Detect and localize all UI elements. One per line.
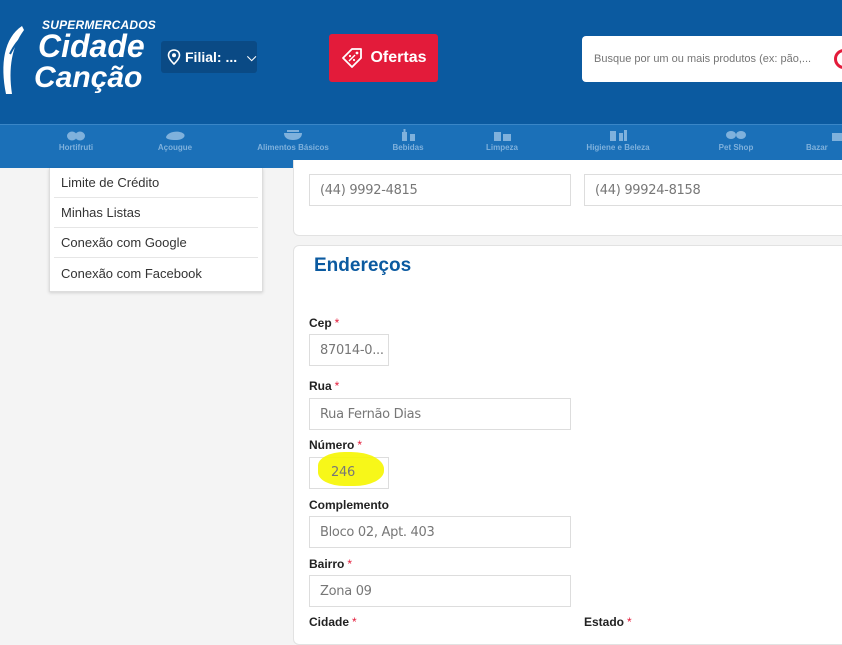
phone-field-1[interactable]: (44) 9992-4815 xyxy=(309,174,571,206)
cep-label: Cep * xyxy=(309,316,340,330)
tag-percent-icon xyxy=(342,48,363,68)
filial-selector[interactable]: Filial: ... ⌵ xyxy=(161,41,257,73)
search-icon[interactable] xyxy=(834,49,842,69)
category-bebidas[interactable]: Bebidas xyxy=(380,129,436,152)
category-acougue[interactable]: Açougue xyxy=(147,129,203,152)
cidade-label: Cidade * xyxy=(309,615,357,629)
logo[interactable]: SUPERMERCADOS Cidade Canção xyxy=(0,16,156,100)
logo-line-2: Cidade xyxy=(38,28,145,64)
sidebar-item-limite-credito[interactable]: Limite de Crédito xyxy=(54,168,258,198)
chevron-down-icon: ⌵ xyxy=(247,49,257,64)
bowl-icon xyxy=(284,130,302,140)
complemento-field[interactable]: Bloco 02, Apt. 403 xyxy=(309,516,571,548)
bazar-icon xyxy=(832,133,842,141)
fruit-icon xyxy=(67,131,85,141)
cep-field[interactable]: 87014-0... xyxy=(309,334,389,366)
sidebar-item-conexao-facebook[interactable]: Conexão com Facebook xyxy=(54,258,258,288)
rua-label: Rua * xyxy=(309,379,340,393)
sidebar-item-minhas-listas[interactable]: Minhas Listas xyxy=(54,198,258,228)
category-bazar[interactable]: Bazar xyxy=(806,129,842,152)
category-hortifruti[interactable]: Hortifruti xyxy=(48,129,104,152)
complemento-label: Complemento xyxy=(309,498,390,512)
logo-line-3: Canção xyxy=(34,61,143,94)
search-input[interactable] xyxy=(594,53,842,65)
numero-label: Número * xyxy=(309,438,363,452)
search-box xyxy=(582,36,842,82)
category-pet-shop[interactable]: Pet Shop xyxy=(706,129,766,152)
meat-icon xyxy=(166,131,185,140)
category-limpeza[interactable]: Limpeza xyxy=(474,129,530,152)
ofertas-label: Ofertas xyxy=(370,49,427,66)
bairro-field[interactable]: Zona 09 xyxy=(309,575,571,607)
bairro-label: Bairro * xyxy=(309,557,353,571)
category-alimentos-basicos[interactable]: Alimentos Básicos xyxy=(255,129,331,152)
estado-label: Estado * xyxy=(584,615,632,629)
site-header: SUPERMERCADOS Cidade Canção Filial: ... … xyxy=(0,0,842,124)
ofertas-button[interactable]: Ofertas xyxy=(329,34,438,82)
numero-value: 246 xyxy=(331,465,355,480)
filial-label: Filial: ... xyxy=(185,49,238,65)
rua-field[interactable]: Rua Fernão Dias xyxy=(309,398,571,430)
section-title-enderecos: Endereços xyxy=(314,255,412,276)
hygiene-icon xyxy=(610,130,627,141)
account-side-menu: Limite de Crédito Minhas Listas Conexão … xyxy=(49,168,263,292)
phone-field-2[interactable]: (44) 99924-8158 xyxy=(584,174,842,206)
map-pin-icon xyxy=(167,49,181,65)
category-higiene-beleza[interactable]: Higiene e Beleza xyxy=(586,129,650,152)
cleaning-icon xyxy=(494,132,511,141)
sidebar-item-conexao-google[interactable]: Conexão com Google xyxy=(54,228,258,258)
bottles-icon xyxy=(402,129,415,141)
leaf-logo-icon xyxy=(3,26,25,94)
pet-icon xyxy=(726,131,746,139)
